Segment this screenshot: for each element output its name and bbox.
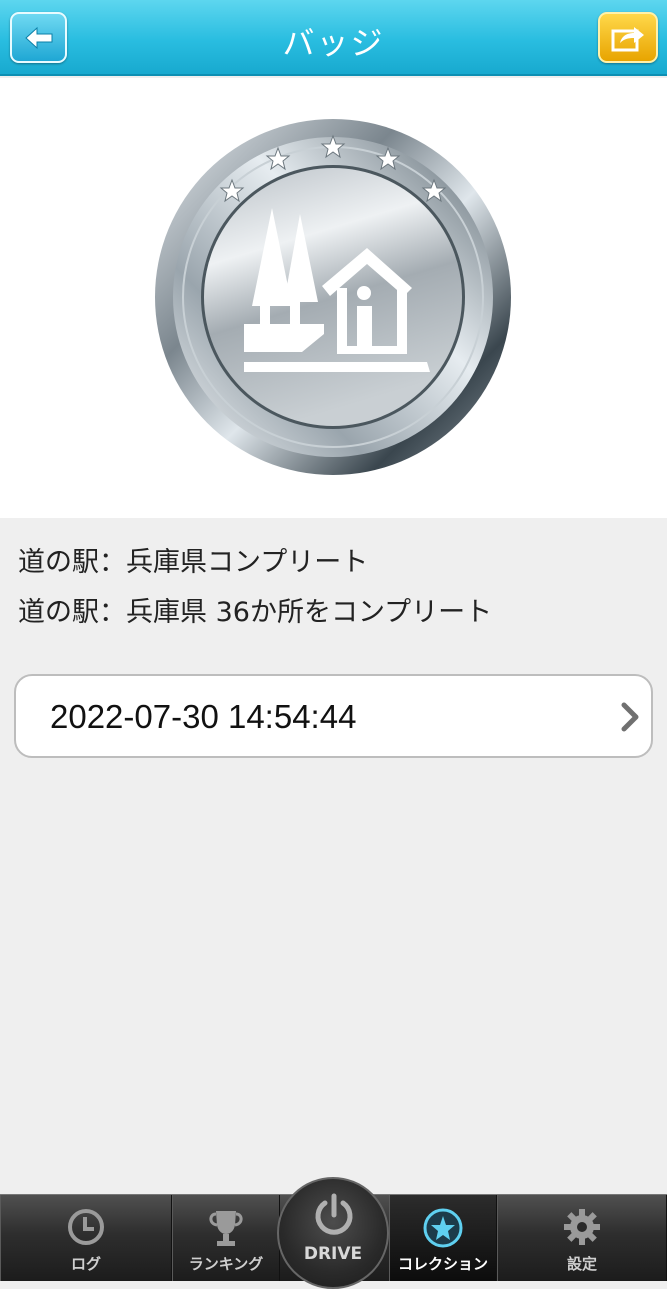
power-icon <box>315 1193 353 1235</box>
roadside-station-badge-icon <box>155 119 511 475</box>
tab-log[interactable]: ログ <box>0 1195 172 1281</box>
tab-ranking[interactable]: ランキング <box>172 1195 280 1281</box>
tab-label-log: ログ <box>70 1255 101 1273</box>
tab-collection[interactable]: コレクション <box>389 1195 497 1281</box>
badge-display <box>0 78 667 518</box>
share-button[interactable] <box>598 12 658 63</box>
header-bar: バッジ <box>0 0 667 76</box>
star-badge-icon <box>423 1208 463 1248</box>
tab-settings[interactable]: 設定 <box>497 1195 667 1281</box>
drive-button[interactable]: DRIVE <box>277 1177 389 1289</box>
drive-label: DRIVE <box>303 1244 363 1264</box>
badge-description: 道の駅：兵庫県 36か所をコンプリート <box>18 597 493 628</box>
trophy-icon <box>209 1211 243 1246</box>
gear-icon <box>564 1209 600 1245</box>
achievement-datetime: 2022-07-30 14:54:44 <box>50 698 357 735</box>
clock-icon <box>68 1209 104 1245</box>
achievement-record-row[interactable]: 2022-07-30 14:54:44 <box>14 674 653 758</box>
share-export-icon <box>611 26 644 51</box>
badge-title: 道の駅：兵庫県コンプリート <box>18 547 369 578</box>
page-title: バッジ <box>282 24 385 62</box>
chevron-right-icon <box>621 702 639 732</box>
tab-label-collection: コレクション <box>397 1255 488 1273</box>
tab-label-settings: 設定 <box>566 1255 597 1273</box>
tab-label-ranking: ランキング <box>188 1255 264 1273</box>
